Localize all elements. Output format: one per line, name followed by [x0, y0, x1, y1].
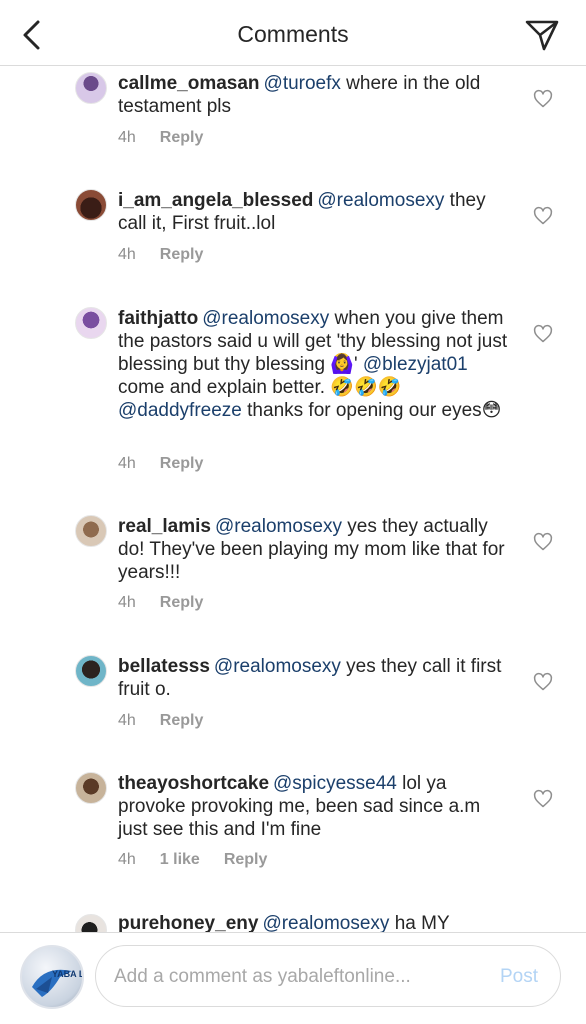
avatar[interactable]: [75, 307, 107, 339]
reply-button[interactable]: Reply: [160, 246, 204, 263]
avatar[interactable]: [75, 72, 107, 104]
comment-input-placeholder: Add a comment as yabaleftonline...: [114, 966, 411, 987]
comment-composer: YABA LEFT Add a comment as yabaleftonlin…: [0, 932, 586, 1024]
comment-meta: 4h Reply: [118, 455, 227, 473]
comment-mention[interactable]: @realomosexy: [202, 308, 329, 329]
comment-text: bellatesss @realomosexy yes they call it …: [118, 655, 513, 701]
comment-text: callme_omasan @turoefx where in the old t…: [118, 72, 513, 118]
heart-outline-icon[interactable]: [533, 789, 553, 809]
comment-username[interactable]: purehoney_eny: [118, 913, 258, 932]
reply-button[interactable]: Reply: [160, 455, 204, 472]
page-title: Comments: [237, 21, 349, 47]
comment-mention[interactable]: @spicyesse44: [273, 773, 397, 794]
comment-time: 4h: [118, 246, 136, 263]
paper-plane-icon[interactable]: [524, 17, 560, 53]
comment-body: ': [353, 354, 363, 375]
reply-button[interactable]: Reply: [160, 594, 204, 611]
comment-body: ha MY: [389, 913, 450, 932]
comment-mention[interactable]: @blezyjat01: [363, 354, 468, 375]
comment-username[interactable]: callme_omasan: [118, 73, 260, 94]
comment-time: 4h: [118, 455, 136, 472]
comment-time: 4h: [118, 594, 136, 611]
comment-mention[interactable]: @realomosexy: [262, 913, 389, 932]
comment-input[interactable]: Add a comment as yabaleftonline... Post: [95, 945, 561, 1007]
comment-username[interactable]: real_lamis: [118, 516, 211, 537]
likes-count[interactable]: 1 like: [160, 851, 200, 868]
heart-outline-icon[interactable]: [533, 324, 553, 344]
comment-meta: 4h Reply: [118, 594, 227, 612]
comment-mention[interactable]: @realomosexy: [215, 516, 342, 537]
comment-body: come and explain better.: [118, 377, 331, 398]
reply-button[interactable]: Reply: [160, 712, 204, 729]
comment-text: faithjatto @realomosexy when you give the…: [118, 307, 513, 422]
heart-outline-icon[interactable]: [533, 672, 553, 692]
comments-list[interactable]: callme_omasan @turoefx where in the old t…: [0, 66, 586, 932]
comment-meta: 4h Reply: [118, 712, 227, 730]
comment-time: 4h: [118, 129, 136, 146]
emoji-rofl: 🤣🤣🤣: [330, 377, 402, 398]
comment-text: i_am_angela_blessed @realomosexy they cal…: [118, 189, 513, 235]
comment-mention[interactable]: @turoefx: [264, 73, 341, 94]
comment-mention[interactable]: @realomosexy: [214, 656, 341, 677]
comment-meta: 4h 1 like Reply: [118, 851, 291, 869]
emoji-woman: 🙆‍♀️: [330, 354, 354, 375]
comment-text: purehoney_eny @realomosexy ha MY: [118, 912, 513, 932]
comment-username[interactable]: theayoshortcake: [118, 773, 269, 794]
comment-username[interactable]: bellatesss: [118, 656, 210, 677]
heart-outline-icon[interactable]: [533, 89, 553, 109]
reply-button[interactable]: Reply: [160, 129, 204, 146]
comment-text: real_lamis @realomosexy yes they actually…: [118, 515, 513, 584]
avatar[interactable]: [75, 189, 107, 221]
avatar[interactable]: [75, 515, 107, 547]
avatar[interactable]: [75, 914, 107, 932]
heart-outline-icon[interactable]: [533, 206, 553, 226]
avatar[interactable]: [75, 655, 107, 687]
comment-username[interactable]: faithjatto: [118, 308, 198, 329]
comment-meta: 4h Reply: [118, 246, 227, 264]
current-user-avatar[interactable]: YABA LEFT: [20, 945, 84, 1009]
comment-mention[interactable]: @daddyfreeze: [118, 400, 242, 421]
emoji-flushed: 😳: [481, 400, 502, 421]
comment-time: 4h: [118, 712, 136, 729]
avatar[interactable]: [75, 772, 107, 804]
comment-mention[interactable]: @realomosexy: [317, 190, 444, 211]
header-bar: Comments: [0, 0, 586, 66]
post-button[interactable]: Post: [500, 966, 538, 988]
heart-outline-icon[interactable]: [533, 532, 553, 552]
comment-body: thanks for opening our eyes: [241, 400, 482, 421]
reply-button[interactable]: Reply: [224, 851, 268, 868]
logo-text: YABA LEFT: [52, 969, 84, 979]
comment-username[interactable]: i_am_angela_blessed: [118, 190, 313, 211]
comment-text: theayoshortcake @spicyesse44 lol ya provo…: [118, 772, 513, 841]
comment-meta: 4h Reply: [118, 129, 227, 147]
yabaleft-logo-icon: YABA LEFT: [32, 969, 84, 997]
comment-time: 4h: [118, 851, 136, 868]
